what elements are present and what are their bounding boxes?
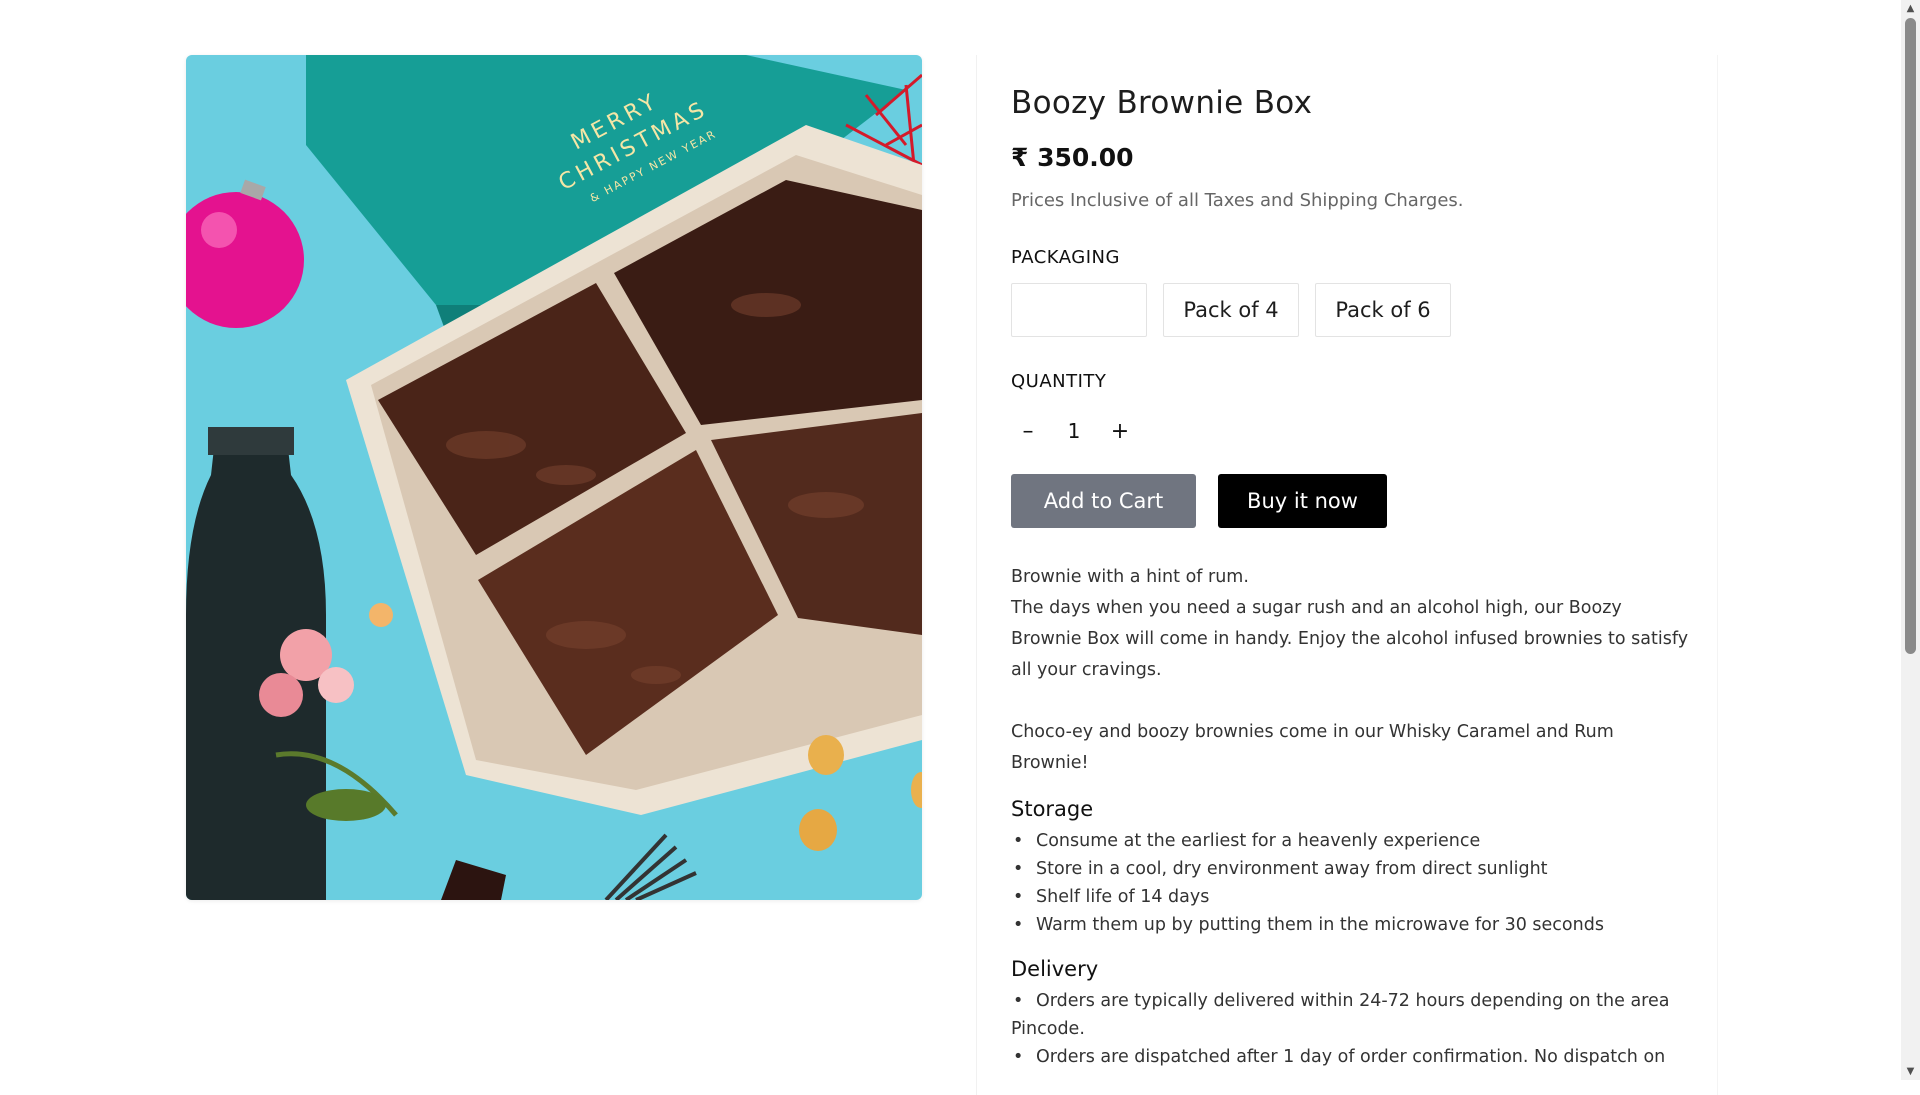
product-title: Boozy Brownie Box: [1011, 85, 1313, 121]
list-item: Warm them up by putting them in the micr…: [1011, 911, 1691, 939]
storage-list: Consume at the earliest for a heavenly e…: [1011, 827, 1691, 939]
quantity-increase-button[interactable]: +: [1103, 416, 1137, 446]
description-line: Brownie with a hint of rum.: [1011, 567, 1249, 587]
product-price: ₹ 350.00: [1011, 143, 1134, 172]
list-item: Store in a cool, dry environment away fr…: [1011, 855, 1691, 883]
product-photo: MERRY CHRISTMAS & HAPPY NEW YEAR: [186, 55, 922, 900]
pack-option-4[interactable]: Pack of 4: [1163, 283, 1299, 337]
list-item: Orders are dispatched after 1 day of ord…: [1011, 1043, 1691, 1071]
list-item: Orders are typically delivered within 24…: [1011, 987, 1691, 1043]
product-image[interactable]: MERRY CHRISTMAS & HAPPY NEW YEAR: [186, 55, 922, 900]
pack-option-6[interactable]: Pack of 6: [1315, 283, 1451, 337]
buy-now-button[interactable]: Buy it now: [1218, 474, 1387, 528]
packaging-options: Pack of 4 Pack of 6: [1011, 283, 1691, 337]
tax-note: Prices Inclusive of all Taxes and Shippi…: [1011, 190, 1464, 211]
list-item: Consume at the earliest for a heavenly e…: [1011, 827, 1691, 855]
list-item: Shelf life of 14 days: [1011, 883, 1691, 911]
triangle-up-icon[interactable]: ▲: [1901, 0, 1920, 17]
delivery-heading: Delivery: [1011, 957, 1099, 981]
quantity-value[interactable]: 1: [1045, 419, 1103, 443]
quantity-label: QUANTITY: [1011, 371, 1107, 392]
quantity-decrease-button[interactable]: –: [1011, 416, 1045, 446]
packaging-label: PACKAGING: [1011, 247, 1120, 268]
page-scrollbar[interactable]: ▲ ▼: [1901, 0, 1920, 1080]
description-paragraph: Choco-ey and boozy brownies come in our …: [1011, 722, 1614, 773]
description-paragraph: The days when you need a sugar rush and …: [1011, 598, 1689, 680]
scrollbar-thumb[interactable]: [1905, 18, 1916, 654]
triangle-down-icon[interactable]: ▼: [1901, 1063, 1920, 1080]
quantity-stepper: – 1 +: [1011, 416, 1691, 446]
pack-option-empty[interactable]: [1011, 283, 1147, 337]
storage-heading: Storage: [1011, 797, 1094, 821]
add-to-cart-button[interactable]: Add to Cart: [1011, 474, 1196, 528]
purchase-actions: Add to Cart Buy it now: [1011, 474, 1691, 528]
product-info-panel: Boozy Brownie Box ₹ 350.00 Prices Inclus…: [976, 55, 1718, 1095]
product-description: Brownie with a hint of rum. The days whe…: [1011, 562, 1691, 779]
delivery-list: Orders are typically delivered within 24…: [1011, 987, 1691, 1071]
